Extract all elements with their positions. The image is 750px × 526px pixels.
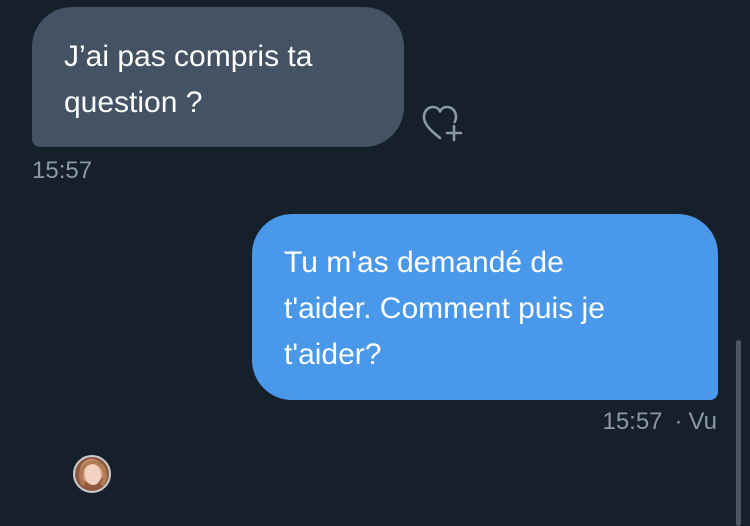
meta-separator: · [674,408,683,435]
dm-conversation-screen: J’ai pas compris ta question ? 15:57 Tu … [0,0,750,526]
sent-message-meta: 15:57 · Vu [602,408,717,436]
received-message-timestamp: 15:57 [32,157,93,184]
received-message-bubble[interactable]: J’ai pas compris ta question ? [32,7,404,147]
sent-message-timestamp: 15:57 [602,408,663,435]
seen-status: Vu [688,408,717,435]
sent-message-bubble[interactable]: Tu m'as demandé de t'aider. Comment puis… [252,214,718,400]
heart-plus-icon[interactable] [418,100,470,146]
avatar-hair [79,460,107,490]
avatar-icon[interactable] [73,455,111,493]
scrollbar[interactable] [736,340,741,526]
